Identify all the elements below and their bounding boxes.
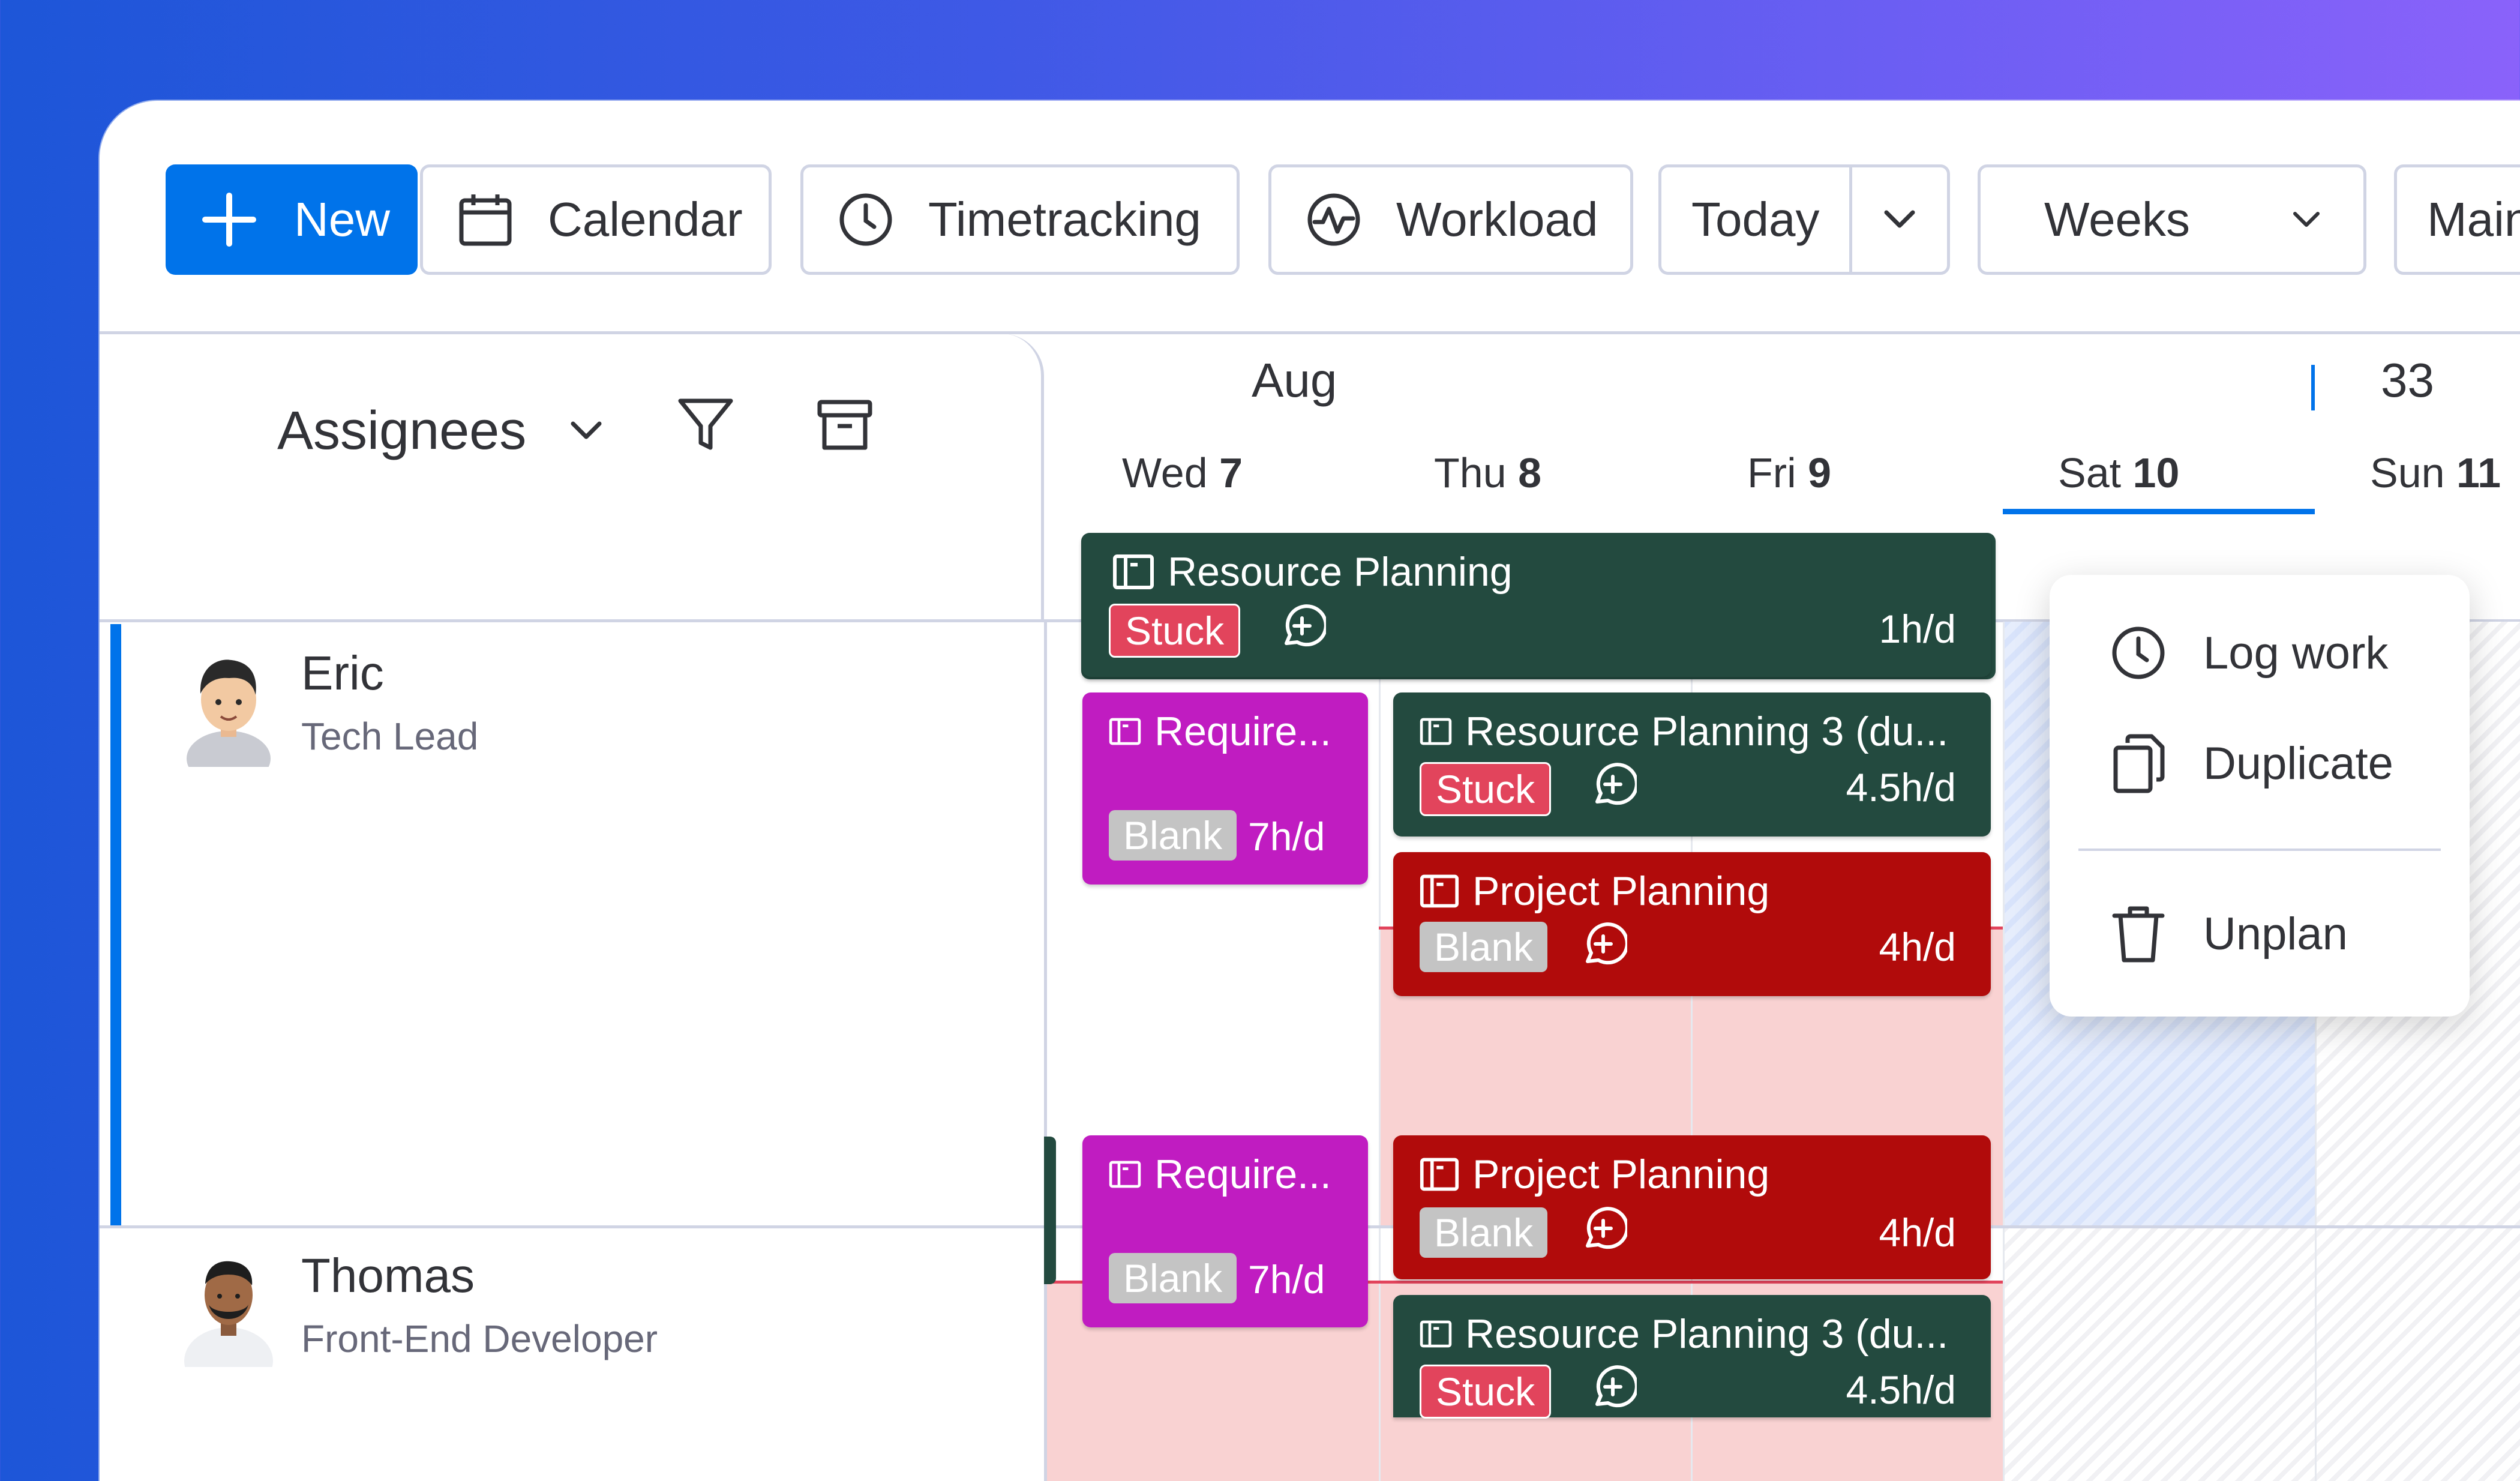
day-header-fri: Fri 9 [1747, 449, 1832, 496]
task-card-resource-planning[interactable]: Resource Planning Stuck 1h/d [1082, 533, 1991, 677]
chevron-down-icon [2291, 210, 2321, 229]
today-marker-line [2311, 365, 2315, 410]
timetracking-button-label: Timetracking [928, 193, 1201, 246]
menu-item-log-work[interactable]: Log work [2110, 624, 2388, 682]
task-card-title: Resource Planning 3 (du... [1420, 1311, 1948, 1357]
workload-button[interactable]: Workload [1268, 164, 1633, 275]
calendar-icon [457, 191, 514, 248]
person-name-eric: Eric [301, 646, 384, 700]
chevron-down-icon [1882, 208, 1918, 232]
assignees-label: Assignees [277, 400, 527, 461]
item-icon [1420, 1320, 1452, 1348]
add-update-icon[interactable] [1579, 1206, 1627, 1254]
task-hours: 4.5h/d [1846, 765, 1957, 810]
context-menu: Log work Duplicate Unplan [2050, 575, 2470, 1017]
menu-item-duplicate[interactable]: Duplicate [2110, 733, 2393, 793]
duplicate-icon [2110, 733, 2167, 793]
task-card-project-planning[interactable]: Project Planning Blank 4h/d [1393, 1135, 1991, 1279]
main-view-select[interactable]: Main [2394, 164, 2520, 275]
menu-divider [2078, 849, 2441, 851]
column-line [1379, 622, 1381, 1481]
task-hours: 4h/d [1879, 925, 1956, 969]
assignees-dropdown[interactable]: Assignees [277, 389, 604, 473]
task-hours: 7h/d [1248, 814, 1325, 859]
today-button-label: Today [1691, 193, 1820, 246]
task-hours: 7h/d [1248, 1257, 1325, 1302]
status-badge[interactable]: Blank [1420, 922, 1548, 972]
column-line [1044, 622, 1047, 1481]
person-name-thomas: Thomas [301, 1249, 475, 1302]
add-update-icon[interactable] [1589, 762, 1637, 810]
task-card-title: Resource Planning 3 (du... [1420, 708, 1948, 755]
task-card-project-planning[interactable]: Project Planning Blank 4h/d [1393, 852, 1991, 996]
task-card-title: Project Planning [1420, 1151, 1769, 1198]
today-button[interactable]: Today [1658, 164, 1852, 275]
week-number: 33 [2381, 353, 2434, 407]
month-label: Aug [1252, 353, 1337, 407]
status-badge[interactable]: Stuck [1109, 604, 1241, 658]
item-icon [1109, 1160, 1141, 1189]
menu-item-unplan[interactable]: Unplan [2110, 904, 2348, 964]
add-update-icon[interactable] [1589, 1365, 1637, 1413]
task-card-title: Require... [1109, 708, 1331, 755]
avatar-eric [187, 659, 271, 767]
status-badge[interactable]: Stuck [1420, 762, 1552, 816]
clock-icon [2110, 624, 2167, 682]
person-role-eric: Tech Lead [301, 715, 479, 758]
clock-icon [837, 191, 895, 248]
task-card-title: Require... [1109, 1151, 1331, 1198]
today-dropdown-button[interactable] [1849, 164, 1950, 275]
status-badge[interactable]: Blank [1109, 1253, 1237, 1303]
row-selected-indicator [110, 624, 121, 1225]
task-hours: 4h/d [1879, 1210, 1956, 1255]
day-header-sun: Sun 11 [2370, 449, 2501, 496]
calendar-button[interactable]: Calendar [420, 164, 772, 275]
new-button[interactable]: New [166, 164, 418, 275]
task-hours: 4.5h/d [1846, 1368, 1957, 1412]
trash-icon [2110, 904, 2167, 964]
add-update-icon[interactable] [1278, 604, 1326, 652]
archive-icon[interactable] [815, 395, 875, 455]
sidebar-header-panel [100, 334, 1044, 622]
filter-icon[interactable] [676, 395, 736, 455]
plus-icon [200, 191, 258, 248]
task-card-resource-planning-3[interactable]: Resource Planning 3 (du... Stuck 4.5h/d [1393, 1295, 1991, 1419]
weeks-select[interactable]: Weeks [1978, 164, 2366, 275]
avatar-thomas [184, 1261, 273, 1367]
task-card-require[interactable]: Require... Blank 7h/d [1082, 692, 1368, 885]
weekend-hatch-row2 [2003, 1228, 2520, 1481]
item-icon [1420, 874, 1459, 909]
status-badge[interactable]: Stuck [1420, 1365, 1552, 1419]
weeks-select-label: Weeks [2044, 193, 2191, 246]
calendar-button-label: Calendar [548, 193, 743, 246]
selected-day-underline [2003, 509, 2315, 514]
workload-pulse-icon [1305, 191, 1363, 248]
workload-button-label: Workload [1396, 193, 1598, 246]
timetracking-button[interactable]: Timetracking [800, 164, 1240, 275]
status-badge[interactable]: Blank [1109, 810, 1237, 861]
main-view-select-label: Main [2427, 193, 2520, 246]
item-icon [1420, 717, 1452, 746]
item-icon [1112, 554, 1154, 590]
person-role-thomas: Front-End Developer [301, 1317, 658, 1360]
new-button-label: New [294, 193, 391, 246]
item-icon [1420, 1157, 1459, 1192]
task-card-continuation[interactable] [1044, 1137, 1056, 1284]
column-line [2003, 622, 2005, 1481]
day-header-thu: Thu 8 [1434, 449, 1542, 496]
task-card-title: Resource Planning [1112, 548, 1513, 595]
add-update-icon[interactable] [1579, 922, 1627, 970]
task-card-require[interactable]: Require... Blank 7h/d [1082, 1135, 1368, 1327]
chevron-down-icon [568, 419, 604, 443]
task-hours: 1h/d [1879, 607, 1956, 651]
item-icon [1109, 717, 1141, 746]
day-header-sat: Sat 10 [2058, 449, 2180, 496]
status-badge[interactable]: Blank [1420, 1207, 1548, 1258]
day-header-wed: Wed 7 [1122, 449, 1243, 496]
task-card-title: Project Planning [1420, 868, 1769, 915]
task-card-resource-planning-3[interactable]: Resource Planning 3 (du... Stuck 4.5h/d [1393, 692, 1991, 837]
